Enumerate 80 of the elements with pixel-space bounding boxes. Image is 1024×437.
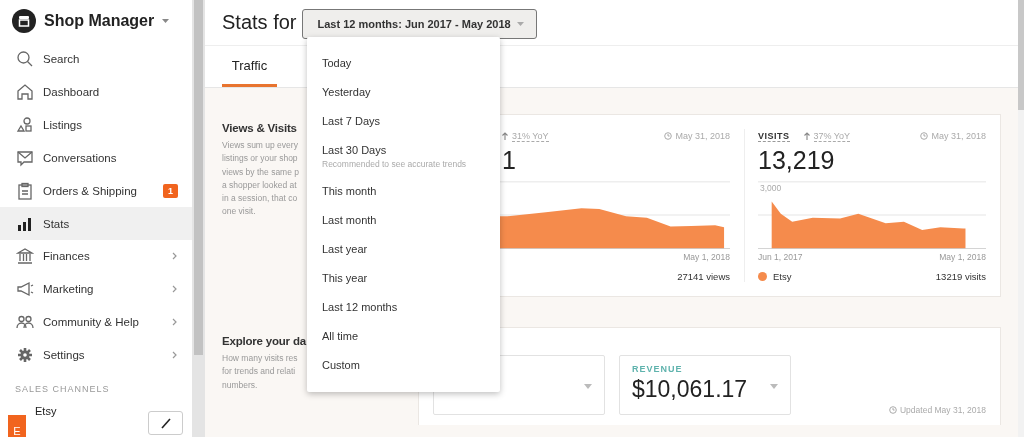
section-label: SALES CHANNELS xyxy=(14,382,111,396)
metric-label: REVENUE xyxy=(632,364,683,374)
arrow-up-icon xyxy=(803,132,810,140)
sidebar-item[interactable]: Orders & Shipping 1 xyxy=(0,174,192,208)
sidebar-label: Finances xyxy=(43,250,91,263)
envelope-icon xyxy=(16,148,34,167)
sidebar-label: Stats xyxy=(43,217,71,230)
date-label: May 31, 2018 xyxy=(931,131,986,141)
sidebar-label: Orders & Shipping xyxy=(43,184,138,197)
channel-label[interactable]: Etsy xyxy=(35,405,139,417)
total-value: 13,219 xyxy=(758,145,836,176)
sidebar-label: Marketing xyxy=(43,283,95,296)
clipboard-icon xyxy=(16,181,34,200)
menu-item[interactable]: Yesterday xyxy=(307,78,500,107)
scrollbar[interactable] xyxy=(1018,0,1024,437)
axis-label: Jun 1, 2017 xyxy=(758,252,803,262)
sidebar-label: Listings xyxy=(43,118,83,131)
sidebar-item[interactable]: Conversations xyxy=(0,141,192,175)
house-icon xyxy=(16,82,34,101)
search-icon xyxy=(16,50,34,69)
sidebar-label: Search xyxy=(43,53,81,66)
menu-item[interactable]: This year xyxy=(307,264,500,293)
menu-item[interactable]: Last 30 Days Recommended to see accurate trends xyxy=(307,136,500,177)
total-label: 27141 views xyxy=(677,271,730,282)
sidebar-label: Conversations xyxy=(43,151,118,164)
caret-icon xyxy=(517,21,525,26)
sidebar-item[interactable]: Dashboard xyxy=(0,75,192,109)
updated-label: Updated May 31, 2018 xyxy=(900,405,986,415)
clock-icon xyxy=(664,132,673,140)
date-label: May 31, 2018 xyxy=(675,131,730,141)
sidebar-item[interactable]: Community & Help xyxy=(0,305,192,339)
clock-icon xyxy=(889,406,897,414)
menu-item[interactable]: All time xyxy=(307,322,500,351)
section-description: How many visits res for trends and relati numbers. xyxy=(222,352,298,392)
sidebar-label: Community & Help xyxy=(43,316,140,329)
sidebar-item[interactable]: Search xyxy=(0,42,192,76)
menu-item[interactable]: Custom xyxy=(307,351,500,380)
shop-manager-title[interactable]: Shop Manager xyxy=(44,12,155,31)
store-logo-icon xyxy=(12,9,36,34)
edit-button[interactable] xyxy=(148,411,183,435)
menu-item[interactable]: Last 12 months xyxy=(307,293,500,322)
sidebar-item[interactable]: Stats xyxy=(0,207,192,240)
axis-label: 3,000 xyxy=(760,183,782,193)
sidebar-item[interactable]: Settings xyxy=(0,338,192,372)
arrow-up-icon xyxy=(502,132,508,140)
total-label: 13219 visits xyxy=(935,271,986,282)
menu-item[interactable]: This month xyxy=(307,177,500,206)
caret-icon xyxy=(584,384,592,389)
legend-label: Etsy xyxy=(773,271,792,282)
page-title: Stats for xyxy=(222,11,297,34)
count-badge: 1 xyxy=(163,183,178,198)
pencil-icon xyxy=(159,417,172,429)
date-range-dropdown[interactable]: Last 12 months: Jun 2017 - May 2018 xyxy=(302,8,538,39)
caret-icon xyxy=(770,384,778,389)
sidebar-label: Settings xyxy=(43,349,86,362)
menu-item[interactable]: Last year xyxy=(307,235,500,264)
caret-icon xyxy=(162,19,170,24)
sidebar-item[interactable]: Listings xyxy=(0,108,192,142)
section-description: Views sum up every listings or your shop views by the same p a shopper looked at in a session, that co one visit. xyxy=(222,139,299,219)
sidebar-label: Dashboard xyxy=(43,85,101,98)
axis-label: May 1, 2018 xyxy=(939,252,986,262)
total-value: 1 xyxy=(502,145,517,176)
menu-item[interactable]: Last month xyxy=(307,206,500,235)
metric-value: $10,061.17 xyxy=(632,376,748,403)
clock-icon xyxy=(920,132,929,140)
sidebar-item[interactable]: Marketing xyxy=(0,272,192,306)
scrollbar[interactable] xyxy=(192,0,205,437)
section-title: Views & Visits xyxy=(222,122,297,134)
axis-label: May 1, 2018 xyxy=(683,252,730,262)
sidebar-item[interactable]: Finances xyxy=(0,240,192,273)
shapes-icon xyxy=(16,115,34,134)
metric-card[interactable]: REVENUE $10,061.17 xyxy=(619,355,791,415)
metric-label[interactable]: VISITS xyxy=(758,130,790,142)
menu-item[interactable]: Today xyxy=(307,49,500,78)
menu-item[interactable]: Last 7 Days xyxy=(307,107,500,136)
gear-icon xyxy=(16,346,34,365)
channel-icon: E xyxy=(8,415,26,437)
megaphone-icon xyxy=(16,280,34,299)
bank-icon xyxy=(16,247,34,266)
section-title: Explore your da xyxy=(222,335,306,347)
